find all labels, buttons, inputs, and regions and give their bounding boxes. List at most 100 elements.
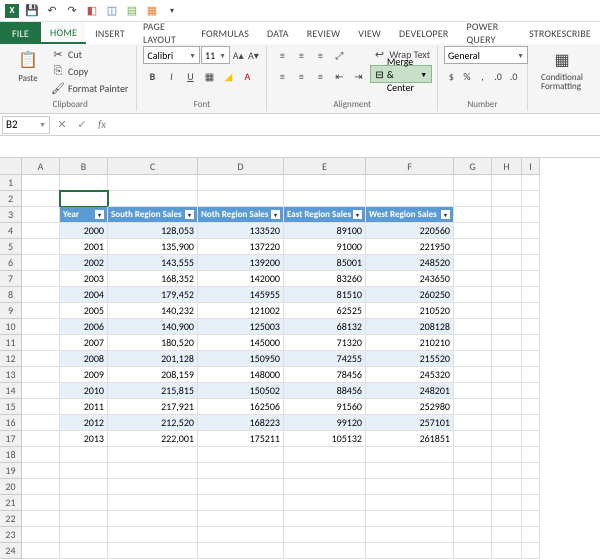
cell-B7[interactable]: 2003 — [60, 271, 108, 287]
cell-D15[interactable]: 162506 — [198, 399, 284, 415]
cell-F7[interactable]: 243650 — [366, 271, 454, 287]
row-header-2[interactable]: 2 — [0, 191, 22, 207]
cell-C14[interactable]: 215,815 — [108, 383, 198, 399]
row-header-20[interactable]: 20 — [0, 479, 22, 495]
cell-I16[interactable] — [522, 415, 540, 431]
cell-F5[interactable]: 221950 — [366, 239, 454, 255]
cell-B8[interactable]: 2004 — [60, 287, 108, 303]
row-header-11[interactable]: 11 — [0, 335, 22, 351]
cell-I8[interactable] — [522, 287, 540, 303]
tab-home[interactable]: HOME — [41, 22, 86, 44]
cell-A7[interactable] — [22, 271, 60, 287]
cell-B19[interactable] — [60, 463, 108, 479]
fx-icon[interactable]: fx — [92, 115, 112, 135]
cell-E18[interactable] — [284, 447, 366, 463]
filter-dropdown-icon[interactable]: ▾ — [185, 210, 194, 219]
column-header-D[interactable]: D — [198, 158, 284, 175]
cell-C12[interactable]: 201,128 — [108, 351, 198, 367]
cell-D13[interactable]: 148000 — [198, 367, 284, 383]
cell-B1[interactable] — [60, 175, 108, 191]
align-top-button[interactable]: ≡ — [273, 46, 291, 64]
comma-button[interactable]: , — [475, 67, 490, 85]
cell-I22[interactable] — [522, 511, 540, 527]
cell-F23[interactable] — [366, 527, 454, 543]
cell-F11[interactable]: 210210 — [366, 335, 454, 351]
cell-E1[interactable] — [284, 175, 366, 191]
cell-F17[interactable]: 261851 — [366, 431, 454, 447]
cell-C16[interactable]: 212,520 — [108, 415, 198, 431]
cell-G16[interactable] — [454, 415, 492, 431]
cell-E22[interactable] — [284, 511, 366, 527]
cell-H3[interactable] — [492, 207, 522, 223]
cell-A20[interactable] — [22, 479, 60, 495]
cell-I19[interactable] — [522, 463, 540, 479]
cell-B10[interactable]: 2006 — [60, 319, 108, 335]
cell-E10[interactable]: 68132 — [284, 319, 366, 335]
cell-B20[interactable] — [60, 479, 108, 495]
cell-I6[interactable] — [522, 255, 540, 271]
cell-B3[interactable]: Year▾ — [60, 207, 108, 223]
cell-H23[interactable] — [492, 527, 522, 543]
cell-C1[interactable] — [108, 175, 198, 191]
cell-A15[interactable] — [22, 399, 60, 415]
cell-C19[interactable] — [108, 463, 198, 479]
tab-view[interactable]: VIEW — [349, 22, 390, 44]
cell-D3[interactable]: Noth Region Sales▾ — [198, 207, 284, 223]
align-center-button[interactable]: ≡ — [292, 67, 310, 85]
cell-D18[interactable] — [198, 447, 284, 463]
row-header-22[interactable]: 22 — [0, 511, 22, 527]
cell-D24[interactable] — [198, 543, 284, 559]
cell-F22[interactable] — [366, 511, 454, 527]
cell-D2[interactable] — [198, 191, 284, 207]
underline-button[interactable]: U — [181, 67, 199, 85]
formula-input[interactable] — [112, 116, 600, 134]
cell-G19[interactable] — [454, 463, 492, 479]
cell-E13[interactable]: 78456 — [284, 367, 366, 383]
cell-A1[interactable] — [22, 175, 60, 191]
cell-I10[interactable] — [522, 319, 540, 335]
row-header-5[interactable]: 5 — [0, 239, 22, 255]
cell-G2[interactable] — [454, 191, 492, 207]
cell-D22[interactable] — [198, 511, 284, 527]
cell-G18[interactable] — [454, 447, 492, 463]
cell-B13[interactable]: 2009 — [60, 367, 108, 383]
cell-F1[interactable] — [366, 175, 454, 191]
cell-D6[interactable]: 139200 — [198, 255, 284, 271]
font-name-select[interactable]: Calibri▼ — [143, 46, 200, 64]
column-header-F[interactable]: F — [366, 158, 454, 175]
cell-H12[interactable] — [492, 351, 522, 367]
paste-button[interactable]: 📋 Paste — [10, 46, 46, 99]
cell-I7[interactable] — [522, 271, 540, 287]
tab-formulas[interactable]: FORMULAS — [192, 22, 258, 44]
cell-G24[interactable] — [454, 543, 492, 559]
cell-D11[interactable]: 145000 — [198, 335, 284, 351]
row-header-12[interactable]: 12 — [0, 351, 22, 367]
row-header-16[interactable]: 16 — [0, 415, 22, 431]
cell-E16[interactable]: 99120 — [284, 415, 366, 431]
filter-dropdown-icon[interactable]: ▾ — [95, 210, 104, 219]
cell-H24[interactable] — [492, 543, 522, 559]
cell-H7[interactable] — [492, 271, 522, 287]
cell-F2[interactable] — [366, 191, 454, 207]
cell-E8[interactable]: 81510 — [284, 287, 366, 303]
align-right-button[interactable]: ≡ — [311, 67, 329, 85]
align-left-button[interactable]: ≡ — [273, 67, 291, 85]
cell-B16[interactable]: 2012 — [60, 415, 108, 431]
cell-A4[interactable] — [22, 223, 60, 239]
cell-H16[interactable] — [492, 415, 522, 431]
cell-D17[interactable]: 175211 — [198, 431, 284, 447]
cell-D9[interactable]: 121002 — [198, 303, 284, 319]
redo-icon[interactable]: ↷ — [64, 3, 80, 19]
cell-B6[interactable]: 2002 — [60, 255, 108, 271]
cell-D1[interactable] — [198, 175, 284, 191]
cell-F18[interactable] — [366, 447, 454, 463]
cell-I18[interactable] — [522, 447, 540, 463]
cell-B18[interactable] — [60, 447, 108, 463]
cell-B14[interactable]: 2010 — [60, 383, 108, 399]
cell-B9[interactable]: 2005 — [60, 303, 108, 319]
cell-G14[interactable] — [454, 383, 492, 399]
cell-B4[interactable]: 2000 — [60, 223, 108, 239]
cell-E4[interactable]: 89100 — [284, 223, 366, 239]
cell-D23[interactable] — [198, 527, 284, 543]
cut-button[interactable]: ✂Cut — [49, 46, 130, 62]
